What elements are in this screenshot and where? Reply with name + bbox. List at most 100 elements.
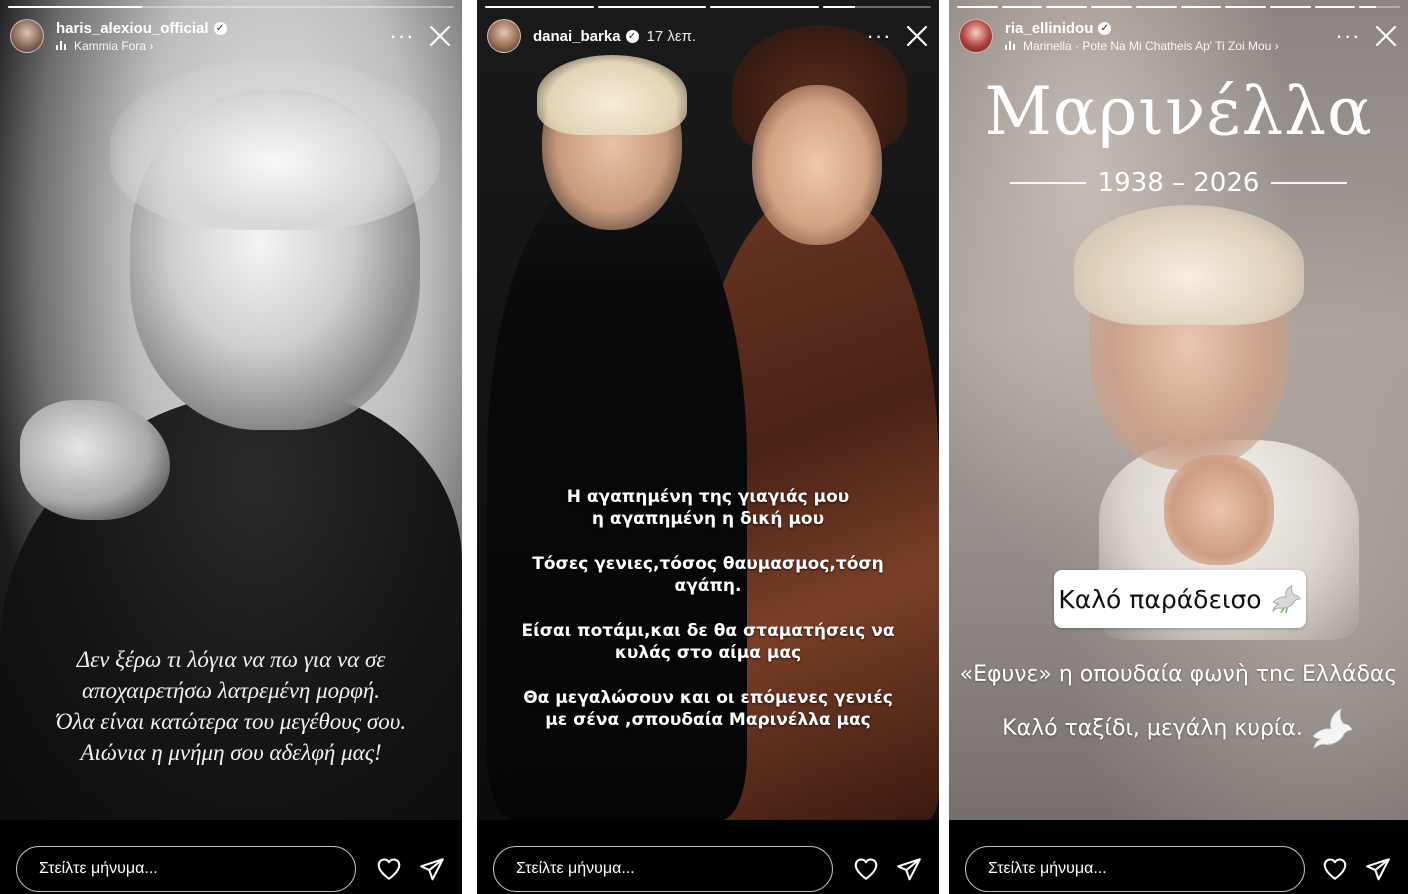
progress-fill — [822, 6, 856, 8]
progress-segment — [8, 6, 454, 8]
story-caption: Δεν ξέρω τι λόγια να πω για να σε αποχαι… — [0, 644, 462, 768]
story-footer: Στείλτε μήνυμα... — [0, 820, 462, 894]
photo-face-young — [752, 85, 882, 245]
caption-paragraph: Θα μεγαλώσουν και οι επόμενες γενιές με … — [477, 687, 939, 731]
story-progress — [8, 6, 454, 8]
caption-line: Αιώνια η μνήμη σου αδελφή μας! — [80, 740, 382, 765]
progress-segment — [597, 6, 706, 8]
progress-fill — [1001, 6, 1043, 8]
story-danai-barka[interactable]: danai_barka ✓ 17 λεπ. ··· Η αγαπημένη τη… — [477, 0, 939, 894]
progress-segment — [1135, 6, 1177, 8]
music-title: Kammia Fora › — [74, 38, 154, 53]
story-haris-alexiou[interactable]: haris_alexiou_official ✓ Kammia Fora › ·… — [0, 0, 462, 894]
dove-icon — [1312, 708, 1353, 749]
more-options-icon[interactable]: ··· — [865, 25, 893, 47]
username[interactable]: haris_alexiou_official — [56, 20, 209, 37]
message-input[interactable]: Στείλτε μήνυμα... — [16, 846, 356, 892]
dove-icon — [1271, 585, 1301, 614]
progress-segment — [822, 6, 931, 8]
progress-fill — [485, 6, 594, 8]
memorial-line-2-text: Καλό ταξίδι, μεγάλη κυρία. — [1002, 715, 1303, 741]
username[interactable]: ria_ellinidou — [1005, 20, 1093, 37]
progress-fill — [1091, 6, 1132, 8]
username[interactable]: danai_barka — [533, 28, 621, 45]
sticker-text: Καλό παράδεισο — [1058, 584, 1262, 614]
progress-fill — [597, 6, 706, 8]
caption-line: αγάπη. — [674, 576, 742, 596]
progress-segment — [1091, 6, 1132, 8]
photo-hands — [1164, 455, 1274, 565]
progress-fill — [1359, 6, 1376, 8]
progress-segment — [1269, 6, 1311, 8]
verified-badge-icon: ✓ — [213, 21, 227, 35]
story-header: danai_barka ✓ 17 λεπ. ··· — [487, 16, 929, 56]
message-input[interactable]: Στείλτε μήνυμα... — [493, 846, 833, 892]
caption-line: με σένα ,σπουδαία Μαρινέλλα μας — [545, 710, 871, 730]
divider — [1271, 182, 1348, 184]
more-options-icon[interactable]: ··· — [1334, 25, 1362, 47]
stories-viewer: haris_alexiou_official ✓ Kammia Fora › ·… — [0, 0, 1408, 894]
caption-line: Είσαι ποτάμι,και δε θα σταματήσεις να — [521, 621, 895, 641]
progress-fill — [1314, 6, 1356, 8]
divider — [1009, 182, 1086, 184]
progress-segment — [1001, 6, 1043, 8]
memorial-title: Μαρινέλλα — [984, 73, 1373, 150]
photo-hair — [110, 60, 440, 230]
progress-segment — [485, 6, 594, 8]
memorial-line-1: «Εφυνε» η οπουδαία φωνὴ τnc Ελλάδας — [959, 662, 1398, 687]
story-progress — [485, 6, 931, 8]
caption-line: αποχαιρετήσω λατρεμένη μορφή. — [81, 678, 381, 703]
photo-hair-blonde — [537, 55, 687, 135]
story-user-info: haris_alexiou_official ✓ Kammia Fora › — [56, 20, 227, 53]
progress-segment — [957, 6, 998, 8]
music-bars-icon — [56, 41, 68, 50]
story-progress — [957, 6, 1401, 8]
progress-segment — [1359, 6, 1401, 8]
message-input[interactable]: Στείλτε μήνυμα... — [965, 846, 1305, 892]
story-user-info: ria_ellinidou ✓ Marinella · Pote Na Mi C… — [1005, 20, 1279, 53]
caption-paragraph: Τόσες γενιες,τόσος θαυμασμος,τόση αγάπη. — [477, 553, 939, 597]
years-text: 1938 – 2026 — [1097, 168, 1260, 198]
progress-fill — [8, 6, 142, 8]
story-footer: Στείλτε μήνυμα... — [477, 820, 939, 894]
progress-fill — [1269, 6, 1311, 8]
close-icon[interactable] — [905, 24, 929, 48]
progress-fill — [710, 6, 819, 8]
close-icon[interactable] — [428, 24, 452, 48]
send-icon[interactable] — [419, 856, 445, 882]
progress-fill — [1180, 6, 1222, 8]
caption-line: Όλα είναι κατώτερα του μεγέθους σου. — [55, 709, 407, 734]
heart-icon[interactable] — [853, 856, 879, 882]
heart-icon[interactable] — [376, 856, 402, 882]
avatar[interactable] — [487, 19, 521, 53]
caption-line: κυλάς στο αίμα μας — [614, 643, 802, 663]
close-icon[interactable] — [1374, 24, 1398, 48]
avatar[interactable] — [959, 19, 993, 53]
photo-hand — [20, 400, 170, 520]
more-options-icon[interactable]: ··· — [388, 25, 416, 47]
music-title: Marinella · Pote Na Mi Chatheis Ap' Ti Z… — [1023, 38, 1279, 53]
story-header: haris_alexiou_official ✓ Kammia Fora › ·… — [10, 16, 452, 56]
music-link[interactable]: Kammia Fora › — [56, 39, 227, 53]
story-ria-ellinidou[interactable]: ria_ellinidou ✓ Marinella · Pote Na Mi C… — [949, 0, 1408, 894]
avatar[interactable] — [10, 19, 44, 53]
heart-icon[interactable] — [1322, 856, 1348, 882]
progress-segment — [1180, 6, 1222, 8]
progress-segment — [1046, 6, 1088, 8]
caption-line: Θα μεγαλώσουν και οι επόμενες γενιές — [523, 688, 893, 708]
music-link[interactable]: Marinella · Pote Na Mi Chatheis Ap' Ti Z… — [1005, 39, 1279, 53]
caption-paragraph: Είσαι ποτάμι,και δε θα σταματήσεις να κυ… — [477, 620, 939, 664]
story-user-info: danai_barka ✓ 17 λεπ. — [533, 28, 696, 45]
send-icon[interactable] — [896, 856, 922, 882]
verified-badge-icon: ✓ — [625, 29, 639, 43]
progress-fill — [1046, 6, 1088, 8]
progress-fill — [957, 6, 998, 8]
progress-segment — [710, 6, 819, 8]
music-bars-icon — [1005, 41, 1017, 50]
send-icon[interactable] — [1365, 856, 1391, 882]
progress-segment — [1225, 6, 1266, 8]
photo-hair — [1074, 205, 1304, 325]
verified-badge-icon: ✓ — [1098, 21, 1112, 35]
memorial-years: 1938 – 2026 — [949, 168, 1408, 198]
text-sticker[interactable]: Καλό παράδεισο — [1054, 570, 1306, 628]
